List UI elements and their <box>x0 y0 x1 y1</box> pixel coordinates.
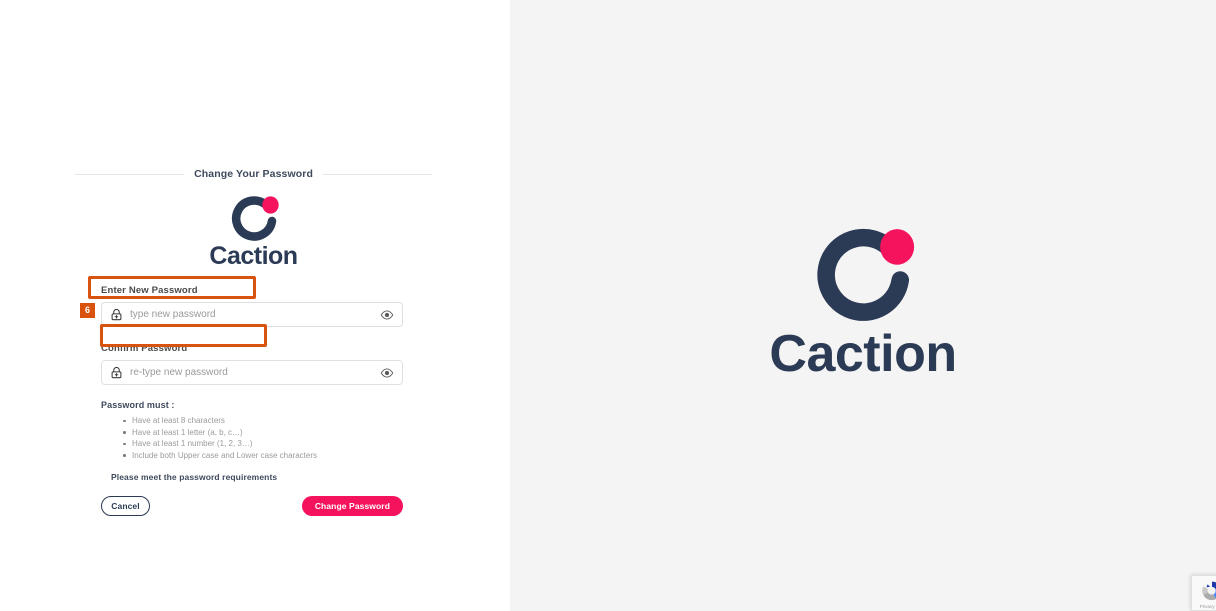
cancel-button[interactable]: Cancel <box>101 496 150 516</box>
padlock-icon <box>111 309 122 321</box>
card-title-row: Change Your Password <box>75 168 433 180</box>
brand-wordmark-large: Caction <box>769 324 957 383</box>
page-title: Change Your Password <box>194 168 313 180</box>
new-password-input[interactable] <box>130 303 374 326</box>
caction-logo-mark-icon <box>817 228 915 321</box>
eye-icon[interactable] <box>380 366 394 380</box>
brand-panel: Caction <box>510 0 1216 611</box>
change-password-button[interactable]: Change Password <box>301 496 403 516</box>
recaptcha-badge[interactable]: Privacy - Te <box>1191 575 1216 611</box>
list-item: Have at least 1 letter (a, b, c…) <box>123 427 432 439</box>
password-requirements-title: Password must : <box>101 400 175 410</box>
confirm-password-label: Confirm Password <box>101 343 188 354</box>
brand-logo-small: Caction <box>75 196 432 269</box>
card-actions: Cancel Change Password <box>101 496 403 516</box>
confirm-password-input[interactable] <box>130 361 374 384</box>
confirm-password-input-row[interactable] <box>101 360 403 385</box>
list-item: Have at least 8 characters <box>123 415 432 427</box>
brand-wordmark-small: Caction <box>209 242 298 270</box>
recaptcha-privacy-text: Privacy - Te <box>1199 604 1216 609</box>
padlock-icon <box>111 367 122 379</box>
new-password-input-row[interactable] <box>101 302 403 327</box>
annotation-step-badge: 6 <box>80 303 95 318</box>
list-item: Have at least 1 number (1, 2, 3…) <box>123 438 432 450</box>
list-item: Include both Upper case and Lower case c… <box>123 450 432 462</box>
recaptcha-icon <box>1201 581 1216 601</box>
password-requirements-list: Have at least 8 characters Have at least… <box>75 415 432 461</box>
form-column: Change Your Password Caction Enter New P… <box>0 0 510 611</box>
title-rule-left <box>75 173 185 175</box>
change-password-card: Change Your Password Caction Enter New P… <box>75 168 433 516</box>
validation-hint: Please meet the password requirements <box>111 472 278 482</box>
title-rule-right <box>322 173 433 175</box>
caction-logo-mark-icon <box>231 196 279 241</box>
page-root: Change Your Password Caction Enter New P… <box>0 0 1216 611</box>
eye-icon[interactable] <box>380 308 394 322</box>
brand-logo-large: Caction <box>769 228 957 383</box>
new-password-label: Enter New Password <box>101 285 198 296</box>
